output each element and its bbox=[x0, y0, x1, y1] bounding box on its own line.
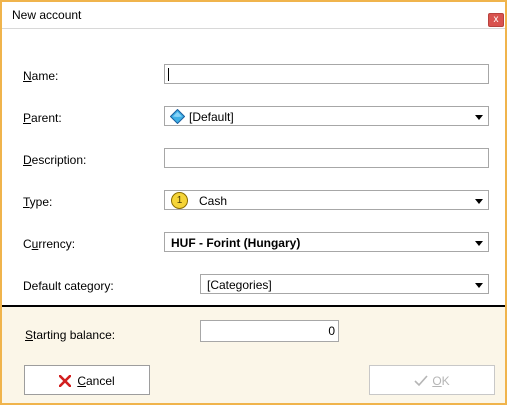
starting-balance-input[interactable]: 0 bbox=[200, 320, 339, 342]
section-divider bbox=[2, 305, 505, 307]
currency-combobox[interactable]: HUF - Forint (Hungary) bbox=[164, 232, 489, 252]
blue-diamond-icon bbox=[170, 109, 185, 124]
text-caret bbox=[168, 68, 169, 81]
cancel-button[interactable]: Cancel bbox=[24, 365, 150, 395]
window-title: New account bbox=[12, 8, 82, 22]
type-value: Cash bbox=[199, 194, 228, 208]
new-account-dialog: New account x Name: Parent: [Default] De… bbox=[0, 0, 507, 405]
parent-combobox[interactable]: [Default] bbox=[164, 106, 489, 126]
description-input[interactable] bbox=[164, 148, 489, 168]
chevron-down-icon[interactable] bbox=[475, 241, 483, 246]
ok-button[interactable]: OK bbox=[369, 365, 495, 395]
default-category-value: [Categories] bbox=[207, 278, 272, 292]
red-x-icon bbox=[59, 374, 72, 388]
chevron-down-icon[interactable] bbox=[475, 199, 483, 204]
currency-label: Currency: bbox=[23, 237, 76, 251]
name-input[interactable] bbox=[164, 64, 489, 84]
default-category-combobox[interactable]: [Categories] bbox=[200, 274, 489, 294]
close-button[interactable]: x bbox=[488, 13, 504, 27]
close-icon: x bbox=[493, 14, 499, 25]
type-combobox[interactable]: 1 Cash bbox=[164, 190, 489, 210]
parent-label: Parent: bbox=[23, 111, 62, 125]
form-panel: Name: Parent: [Default] Description: Typ… bbox=[2, 29, 505, 305]
chevron-down-icon[interactable] bbox=[475, 115, 483, 120]
type-label: Type: bbox=[23, 195, 53, 209]
checkmark-icon bbox=[414, 375, 428, 387]
title-bar: New account x bbox=[2, 2, 505, 29]
starting-balance-value: 0 bbox=[328, 324, 335, 338]
default-category-label: Default category: bbox=[23, 279, 114, 293]
description-label: Description: bbox=[23, 153, 87, 167]
currency-value: HUF - Forint (Hungary) bbox=[171, 236, 301, 250]
cash-icon: 1 bbox=[171, 192, 188, 209]
starting-balance-label: Starting balance: bbox=[25, 328, 116, 342]
chevron-down-icon[interactable] bbox=[475, 283, 483, 288]
name-label: Name: bbox=[23, 69, 59, 83]
parent-value: [Default] bbox=[189, 110, 234, 124]
